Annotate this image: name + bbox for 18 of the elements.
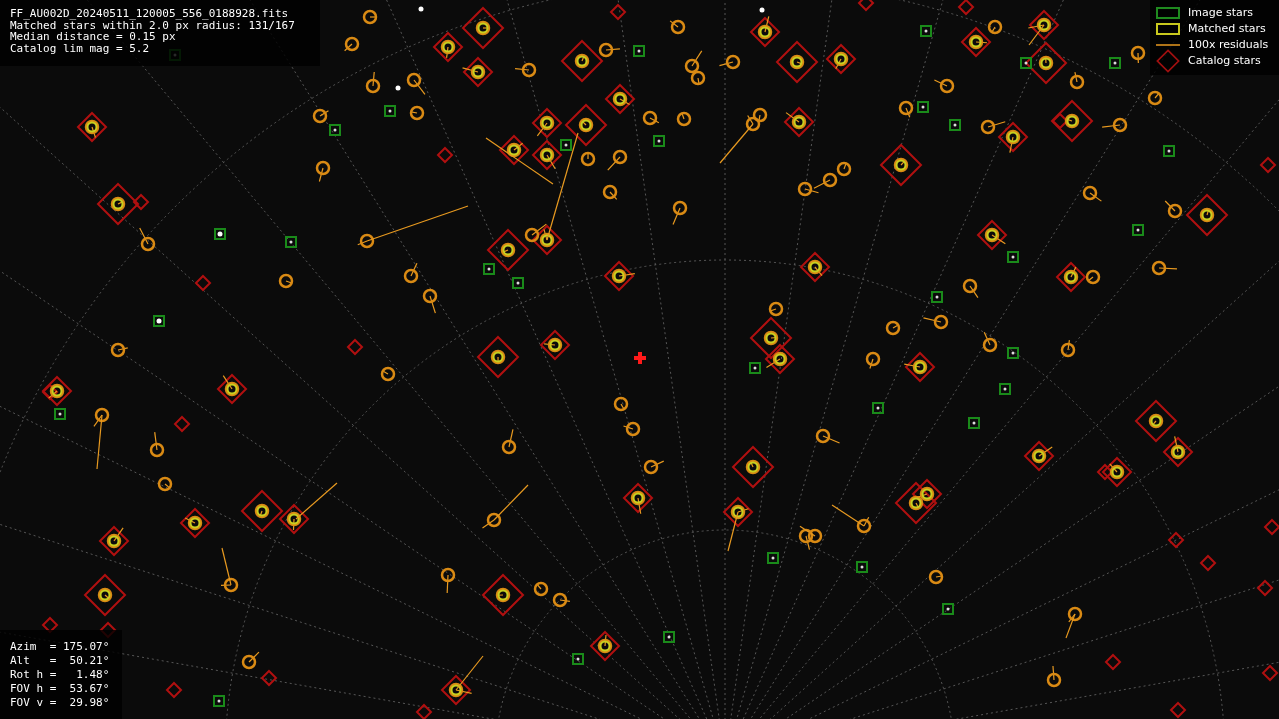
info-text: Catalog lim mag = 5.2 [10,42,151,54]
info-text: Median distance = 0.15 px [10,31,176,43]
legend-label: Matched stars [1188,20,1266,37]
info-text: Matched stars within 2.0 px radius: 131/167 [10,19,296,31]
pointing-text: FOV v = 29.98° [10,696,111,710]
line-icon [1156,43,1180,47]
center-cross-icon [634,352,646,364]
legend-label: Catalog stars [1188,52,1261,69]
info-text: FF_AU002D_20240511_120005_556_0188928.fits [10,8,290,20]
square-icon [1156,7,1180,19]
pointing-text: FOV h = 53.67° [10,682,111,696]
legend-label: 100x residuals [1188,36,1269,53]
pointing-text: Rot h = 1.48° [10,668,111,682]
pointing-text: Azim = 175.07° [10,640,111,654]
diamond-icon [1156,49,1180,73]
legend-label: Image stars [1188,4,1253,21]
pointing-text: Alt = 50.21° [10,654,111,668]
square-icon [1156,23,1180,35]
